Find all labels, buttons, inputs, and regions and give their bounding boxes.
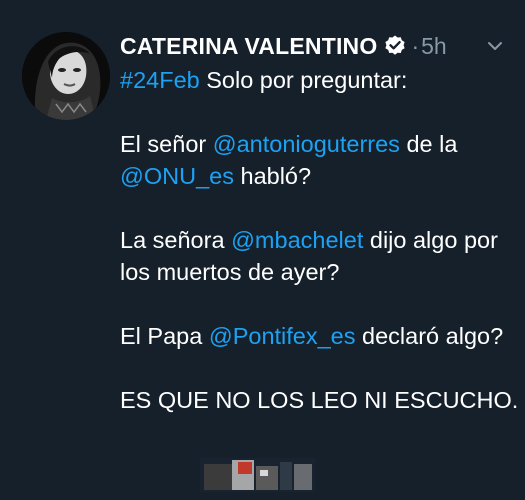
text-span: declaró algo? [355,323,504,349]
text-span: Solo por preguntar: [199,67,408,93]
tweet-paragraph: ES QUE NO LOS LEO NI ESCUCHO. [120,384,520,416]
mention-link[interactable]: @antonioguterres [213,131,400,157]
text-span: ES QUE NO LOS LEO NI ESCUCHO. [120,387,519,413]
timestamp[interactable]: 5h [421,33,447,60]
separator-dot: · [411,32,420,59]
tweet-paragraph: #24Feb Solo por preguntar: [120,64,520,96]
tweet-header: CATERINA VALENTINO · 5h [120,30,447,62]
mention-link[interactable]: @Pontifex_es [209,323,356,349]
chevron-down-icon[interactable] [485,36,505,56]
hashtag-link[interactable]: #24Feb [120,67,200,93]
text-span: La señora [120,227,232,253]
text-span: de la [399,131,458,157]
avatar[interactable] [22,32,110,120]
text-span: El señor [120,131,213,157]
text-span: habló? [233,163,312,189]
tweet-paragraph: El señor @antonioguterres de la @ONU_es … [120,128,520,192]
mention-link[interactable]: @mbachelet [231,227,363,253]
mention-link[interactable]: @ONU_es [120,163,234,189]
tweet-paragraph: La señora @mbachelet dijo algo por los m… [120,224,520,288]
media-preview[interactable] [200,458,315,492]
tweet-text: #24Feb Solo por preguntar: El señor @ant… [120,64,520,416]
text-span: El Papa [120,323,209,349]
verified-badge-icon [383,34,407,58]
tweet[interactable]: CATERINA VALENTINO · 5h #24Feb Solo por … [0,0,525,500]
tweet-paragraph: El Papa @Pontifex_es declaró algo? [120,320,520,352]
author-name[interactable]: CATERINA VALENTINO [120,33,377,60]
